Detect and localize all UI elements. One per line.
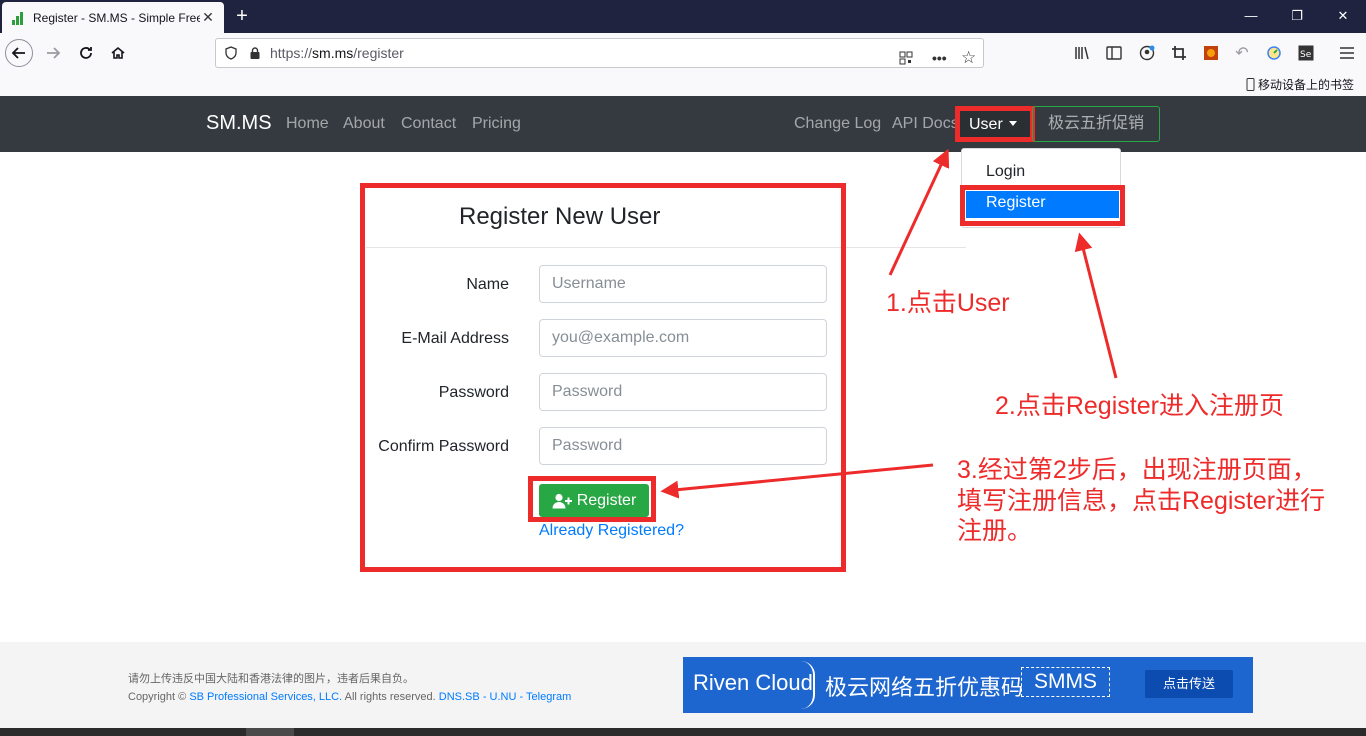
- footer-notice: 请勿上传违反中国大陆和香港法律的图片，违者后果自负。: [128, 673, 414, 685]
- account-icon[interactable]: [1136, 42, 1158, 64]
- restore-button[interactable]: ❐: [1274, 0, 1320, 33]
- highlight-box-form: [360, 183, 846, 572]
- annotation-step3: 3.经过第2步后，出现注册页面， 填写注册信息，点击Register进行 注册。: [957, 456, 1326, 545]
- library-icon[interactable]: [1071, 42, 1093, 64]
- caret-down-icon: [1008, 121, 1017, 126]
- selenium-extension-icon[interactable]: Se: [1295, 42, 1317, 64]
- extension-orange-icon[interactable]: [1200, 42, 1222, 64]
- sm-ms-favicon-icon: [12, 11, 26, 25]
- close-window-button[interactable]: ✕: [1320, 0, 1366, 33]
- nav-api-docs[interactable]: API Docs: [892, 115, 959, 133]
- nav-user-dropdown[interactable]: User: [955, 106, 1035, 142]
- nav-contact[interactable]: Contact: [401, 115, 456, 133]
- url-text: https://sm.ms/register: [270, 45, 404, 61]
- back-button[interactable]: [5, 39, 33, 67]
- browser-tab[interactable]: Register - SM.MS - Simple Free ✕: [2, 2, 224, 33]
- back-arrow-icon: [11, 47, 25, 59]
- mobile-device-icon: [1246, 78, 1255, 91]
- arrow-to-register-menu: [1074, 232, 1118, 379]
- taskbar-item[interactable]: [246, 728, 294, 736]
- site-navbar: SM.MS Home About Contact Pricing Change …: [0, 96, 1366, 152]
- browser-toolbar: https://sm.ms/register ••• ☆ ↶ Se: [0, 33, 1366, 73]
- qr-code-icon[interactable]: [899, 47, 913, 69]
- banner-brand: Riven Cloud: [693, 670, 813, 695]
- tab-title: Register - SM.MS - Simple Free: [33, 10, 200, 25]
- annotation-step1: 1.点击User: [886, 289, 1010, 317]
- forward-button[interactable]: [39, 39, 67, 67]
- new-tab-button[interactable]: +: [230, 4, 254, 28]
- promo-button[interactable]: 极云五折促销: [1032, 106, 1160, 142]
- bookmarks-toolbar: 移动设备上的书签: [0, 73, 1366, 96]
- home-icon: [111, 46, 125, 59]
- footer-telegram-link[interactable]: Telegram: [526, 691, 571, 703]
- home-button[interactable]: [104, 39, 132, 67]
- browser-tab-bar: Register - SM.MS - Simple Free ✕ + — ❐ ✕: [0, 0, 1366, 33]
- os-taskbar: [0, 728, 1366, 736]
- riven-cloud-banner[interactable]: Riven Cloud 极云网络五折优惠码 SMMS 点击传送: [683, 657, 1253, 713]
- sidebar-icon[interactable]: [1103, 42, 1125, 64]
- screenshot-crop-icon[interactable]: [1168, 42, 1190, 64]
- nav-about[interactable]: About: [343, 115, 385, 133]
- undo-extension-icon[interactable]: ↶: [1231, 42, 1253, 64]
- banner-slogan: 极云网络五折优惠码: [825, 675, 1024, 700]
- tab-close-icon[interactable]: ✕: [200, 9, 216, 26]
- banner-divider: [801, 661, 815, 709]
- screen: Register - SM.MS - Simple Free ✕ + — ❐ ✕…: [0, 0, 1366, 736]
- footer-copyright: Copyright © SB Professional Services, LL…: [128, 691, 572, 703]
- arrow-to-user: [888, 148, 950, 276]
- dropdown-login[interactable]: Login: [962, 163, 1120, 181]
- svg-text:Se: Se: [1300, 50, 1312, 60]
- page-actions-icon[interactable]: •••: [932, 47, 947, 69]
- banner-cta-button[interactable]: 点击传送: [1145, 670, 1233, 698]
- annotation-step2: 2.点击Register进入注册页: [995, 392, 1284, 420]
- nav-pricing[interactable]: Pricing: [472, 115, 521, 133]
- nav-home[interactable]: Home: [286, 115, 329, 133]
- footer-company-link[interactable]: SB Professional Services, LLC.: [189, 691, 342, 703]
- banner-promo-code: SMMS: [1021, 667, 1110, 697]
- forward-arrow-icon: [47, 47, 61, 59]
- footer-unu-link[interactable]: U.NU: [490, 691, 517, 703]
- site-brand[interactable]: SM.MS: [206, 112, 272, 135]
- minimize-button[interactable]: —: [1228, 0, 1274, 33]
- shield-icon[interactable]: [224, 46, 238, 60]
- bookmark-star-icon[interactable]: ☆: [961, 47, 976, 69]
- reload-icon: [80, 47, 92, 59]
- site-footer: 请勿上传违反中国大陆和香港法律的图片，违者后果自负。 Copyright © S…: [0, 642, 1366, 728]
- lock-icon[interactable]: [248, 46, 262, 60]
- address-bar[interactable]: https://sm.ms/register ••• ☆: [215, 38, 984, 68]
- menu-hamburger-icon[interactable]: [1336, 42, 1358, 64]
- reload-button[interactable]: [72, 39, 100, 67]
- nav-change-log[interactable]: Change Log: [794, 115, 881, 133]
- mobile-bookmarks[interactable]: 移动设备上的书签: [1246, 76, 1354, 93]
- extension-speed-icon[interactable]: [1263, 42, 1285, 64]
- footer-dns-sb-link[interactable]: DNS.SB: [439, 691, 480, 703]
- highlight-box-register-menu: [960, 185, 1125, 226]
